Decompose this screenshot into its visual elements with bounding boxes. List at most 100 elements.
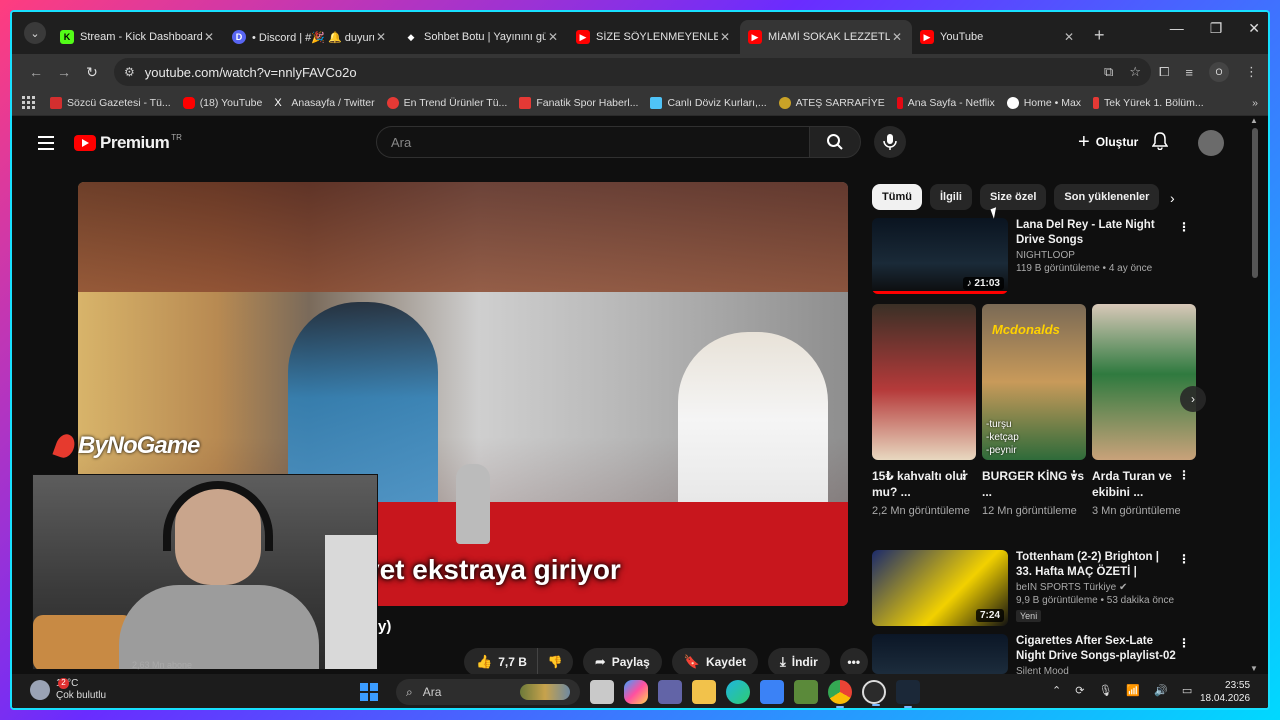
channel-name[interactable]: beIN SPORTS Türkiye ✔ <box>1016 582 1178 593</box>
video-thumbnail[interactable]: 7:24 <box>872 550 1008 626</box>
volume-icon[interactable]: 🔊 <box>1154 684 1168 697</box>
close-window-icon[interactable]: ✕ <box>1248 20 1260 37</box>
tab-youtube-video-1[interactable]: ▶ SİZE SÖYLENMEYENLER: O ✕ <box>568 20 740 54</box>
site-info-icon[interactable]: ⚙ <box>124 65 135 79</box>
close-tab-icon[interactable]: ✕ <box>890 30 904 44</box>
weather-widget[interactable]: 2 10°C Çok bulutlu <box>30 678 106 702</box>
battery-icon[interactable]: ▭ <box>1182 684 1192 697</box>
tray-overflow-icon[interactable]: ⌃ <box>1052 684 1061 697</box>
more-actions-button[interactable]: ••• <box>839 648 868 676</box>
scroll-up-icon[interactable]: ▲ <box>1250 116 1258 125</box>
short-thumbnail[interactable]: Mcdonalds -turşu -ketçap -peynir <box>982 304 1086 460</box>
video-thumbnail[interactable] <box>872 634 1008 674</box>
install-app-icon[interactable]: ⧉ <box>1104 64 1113 80</box>
reload-icon[interactable]: ↻ <box>78 64 106 81</box>
recommendation-item[interactable]: ♪ 21:03 Lana Del Rey - Late Night Drive … <box>872 218 1190 294</box>
kebab-menu-icon[interactable]: ⋮ <box>1178 468 1190 482</box>
chip-for-you[interactable]: Size özel <box>979 184 1047 210</box>
account-avatar[interactable] <box>1198 130 1224 156</box>
bookmark-trend[interactable]: En Trend Ürünler Tü... <box>386 96 507 109</box>
short-thumbnail[interactable] <box>1092 304 1196 460</box>
scroll-down-icon[interactable]: ▼ <box>1250 664 1258 673</box>
media-control-icon[interactable]: ≡ <box>1185 65 1193 80</box>
file-explorer-icon[interactable] <box>692 680 716 704</box>
bookmark-star-icon[interactable]: ☆ <box>1129 64 1141 80</box>
tab-youtube-active[interactable]: ▶ MİAMİ SOKAK LEZZETLERİ ✕ <box>740 20 912 54</box>
kebab-menu-icon[interactable]: ⋮ <box>1178 552 1190 566</box>
dislike-button[interactable]: 👎 <box>536 648 573 676</box>
shorts-next-icon[interactable]: › <box>1180 386 1206 412</box>
bookmark-max[interactable]: Home • Max <box>1006 96 1081 109</box>
copilot-icon[interactable] <box>624 680 648 704</box>
minecraft-icon[interactable] <box>794 680 818 704</box>
bookmark-fanatik[interactable]: Fanatik Spor Haberl... <box>519 96 638 109</box>
tab-youtube-home[interactable]: ▶ YouTube ✕ <box>912 20 1084 54</box>
apps-icon[interactable] <box>22 95 36 110</box>
windows-start-icon[interactable] <box>360 683 378 701</box>
menu-icon[interactable]: ⋮ <box>1245 64 1258 80</box>
more-bookmarks-icon[interactable]: » <box>1252 97 1258 109</box>
edge-icon[interactable] <box>726 680 750 704</box>
channel-name[interactable]: NIGHTLOOP <box>1016 250 1178 261</box>
voice-search-button[interactable] <box>874 126 906 158</box>
address-bar[interactable]: ⚙ youtube.com/watch?v=nnlyFAVCo2o ⧉ ☆ <box>114 58 1151 86</box>
chip-all[interactable]: Tümü <box>872 184 922 210</box>
teams-icon[interactable] <box>658 680 682 704</box>
notifications-bell-icon[interactable] <box>1151 132 1169 155</box>
recommendation-item[interactable]: 7:24 Tottenham (2-2) Brighton | 33. Haft… <box>872 550 1190 626</box>
close-tab-icon[interactable]: ✕ <box>546 30 560 44</box>
bookmark-sarrafiye[interactable]: ATEŞ SARRAFİYE <box>778 96 885 109</box>
new-tab-button[interactable]: + <box>1094 25 1105 46</box>
menu-hamburger-icon[interactable] <box>38 136 54 154</box>
restore-icon[interactable]: ❐ <box>1210 20 1223 37</box>
tab-discord[interactable]: D • Discord | #🎉 🔔 duyuru | ✕ <box>224 20 396 54</box>
forward-icon[interactable]: → <box>50 64 78 80</box>
search-button[interactable] <box>809 126 861 158</box>
taskbar-clock[interactable]: 23:55 18.04.2026 <box>1200 679 1250 705</box>
wifi-icon[interactable]: 📶 <box>1126 684 1140 697</box>
back-icon[interactable]: ← <box>22 64 50 80</box>
like-button[interactable]: 👍 7,7 B <box>464 648 537 676</box>
bookmark-doviz[interactable]: Canlı Döviz Kurları,... <box>650 96 767 109</box>
short-item[interactable]: Mcdonalds -turşu -ketçap -peynir BURGER … <box>982 304 1086 519</box>
bookmark-netflix[interactable]: Ana Sayfa - Netflix <box>896 96 995 109</box>
obs-icon[interactable] <box>862 680 886 706</box>
bookmark-youtube[interactable]: (18) YouTube <box>182 96 262 109</box>
download-button[interactable]: ⤓ İndir <box>767 648 830 676</box>
chip-recently-uploaded[interactable]: Son yüklenenler <box>1054 184 1160 210</box>
microphone-icon[interactable]: 🎙 <box>1098 684 1112 697</box>
minimize-icon[interactable]: — <box>1170 20 1184 37</box>
close-tab-icon[interactable]: ✕ <box>1062 30 1076 44</box>
close-tab-icon[interactable]: ✕ <box>718 30 732 44</box>
kebab-menu-icon[interactable]: ⋮ <box>958 468 970 482</box>
kebab-menu-icon[interactable]: ⋮ <box>1178 220 1190 234</box>
tab-search-icon[interactable]: ⌄ <box>24 22 46 44</box>
bookmark-sozcu[interactable]: Sözcü Gazetesi - Tü... <box>50 96 171 109</box>
chip-related[interactable]: İlgili <box>929 184 972 210</box>
store-icon[interactable] <box>760 680 784 704</box>
steam-icon[interactable] <box>896 680 920 708</box>
profile-icon[interactable]: O <box>1209 62 1229 82</box>
page-scrollbar[interactable] <box>1252 128 1258 278</box>
tab-kick[interactable]: K Stream - Kick Dashboard ✕ <box>52 20 224 54</box>
video-title[interactable]: Lana Del Rey - Late Night Drive Songs <box>1016 218 1178 248</box>
close-tab-icon[interactable]: ✕ <box>374 30 388 44</box>
chips-next-icon[interactable]: › <box>1170 190 1175 206</box>
close-tab-icon[interactable]: ✕ <box>202 30 216 44</box>
share-button[interactable]: ➦ Paylaş <box>582 648 662 676</box>
recommendation-item[interactable]: Cigarettes After Sex-Late Night Drive So… <box>872 634 1190 677</box>
search-input[interactable]: Ara <box>376 126 810 158</box>
short-item[interactable]: 15₺ kahvaltı olur mu? ... 2,2 Mn görüntü… <box>872 304 976 519</box>
save-button[interactable]: 🔖 Kaydet <box>671 648 758 676</box>
chrome-icon[interactable] <box>828 680 852 708</box>
bookmark-twitter[interactable]: X Anasayfa / Twitter <box>274 97 374 109</box>
taskbar-search[interactable]: ⌕ Ara <box>396 679 580 705</box>
sync-icon[interactable]: ⟳ <box>1075 684 1084 697</box>
tab-chatbot[interactable]: ◆ Sohbet Botu | Yayınını güç ✕ <box>396 20 568 54</box>
kebab-menu-icon[interactable]: ⋮ <box>1178 636 1190 650</box>
bookmark-tekyurek[interactable]: Tek Yürek 1. Bölüm... <box>1093 96 1204 109</box>
video-title[interactable]: Cigarettes After Sex-Late Night Drive So… <box>1016 634 1178 664</box>
task-view-icon[interactable] <box>590 680 614 704</box>
short-thumbnail[interactable] <box>872 304 976 460</box>
video-thumbnail[interactable]: ♪ 21:03 <box>872 218 1008 294</box>
